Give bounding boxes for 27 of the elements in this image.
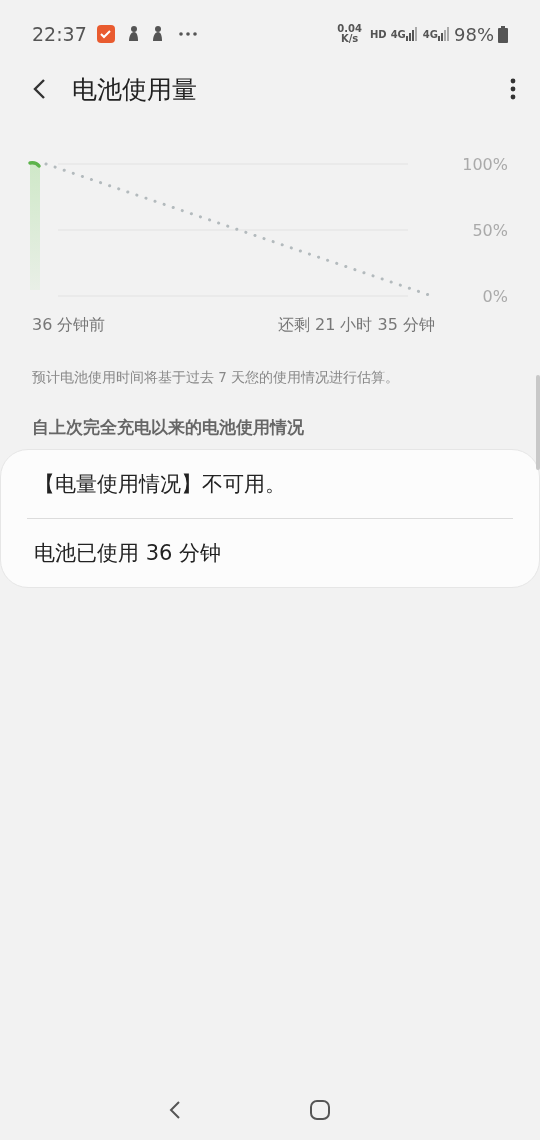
page-title: 电池使用量 <box>72 73 198 106</box>
time-remaining-label: 还剩 21 小时 35 分钟 <box>277 315 435 334</box>
axis-label: 50% <box>472 221 508 240</box>
usage-item[interactable]: 电池已使用 36 分钟 <box>1 519 539 587</box>
status-time: 22:37 <box>32 23 87 45</box>
more-notifications-icon <box>178 32 197 36</box>
signal-icon <box>438 27 450 41</box>
battery-percent: 98% <box>454 23 494 45</box>
battery-icon <box>498 25 508 43</box>
network-type: 4G <box>422 28 438 40</box>
hd-label: HD <box>369 28 387 40</box>
section-header: 自上次完全充电以来的电池使用情况 <box>32 417 305 439</box>
network-speed-unit: K/s <box>340 34 359 44</box>
axis-label: 0% <box>482 287 508 306</box>
network-type: 4G <box>390 28 406 40</box>
checklist-app-icon <box>96 25 115 43</box>
time-ago-label: 36 分钟前 <box>32 315 106 334</box>
network-speed-value: 0.04 <box>337 24 362 34</box>
back-icon <box>169 1100 181 1120</box>
estimate-note: 预计电池使用时间将基于过去 7 天您的使用情况进行估算。 <box>32 368 401 387</box>
home-icon <box>309 1099 331 1121</box>
axis-label: 100% <box>462 155 508 174</box>
more-icon <box>510 78 516 100</box>
usage-point <box>28 161 41 168</box>
back-icon <box>32 78 46 100</box>
usage-item[interactable]: 【电量使用情况】不可用。 <box>1 450 539 518</box>
signal-icon <box>405 27 418 41</box>
